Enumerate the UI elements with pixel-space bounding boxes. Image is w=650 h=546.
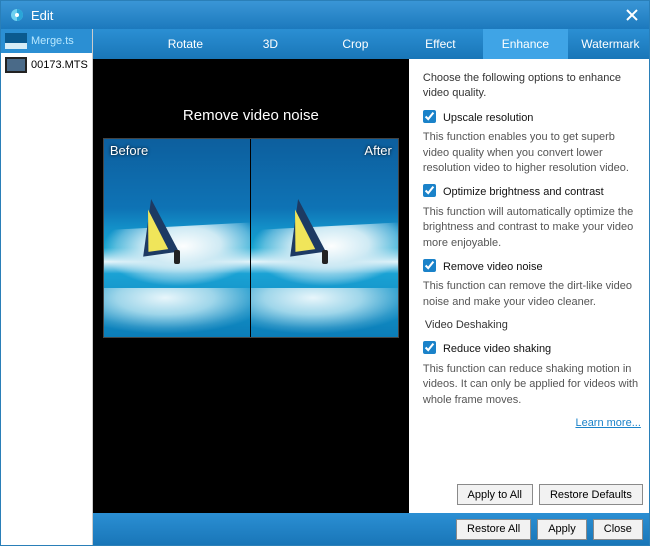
noise-checkbox[interactable] — [423, 259, 436, 272]
upscale-checkbox[interactable] — [423, 110, 436, 123]
titlebar: Edit — [1, 1, 649, 29]
sidebar-item-merge[interactable]: Merge.ts — [1, 29, 92, 53]
brightness-checkbox[interactable] — [423, 184, 436, 197]
options-wrap: Choose the following options to enhance … — [409, 59, 649, 513]
intro-text: Choose the following options to enhance … — [423, 71, 641, 102]
content: Remove video noise Before After — [93, 59, 649, 513]
preview-title: Remove video noise — [103, 107, 399, 124]
footer: Restore All Apply Close — [93, 513, 649, 545]
preview-image-after — [251, 139, 398, 337]
preview-area: Remove video noise Before After — [93, 59, 409, 513]
sidebar-item-00173[interactable]: 00173.MTS — [1, 53, 92, 77]
after-label: After — [364, 143, 391, 158]
noise-label[interactable]: Remove video noise — [443, 261, 543, 273]
apply-button[interactable]: Apply — [537, 519, 587, 540]
shaking-desc: This function can reduce shaking motion … — [423, 362, 641, 408]
restore-all-button[interactable]: Restore All — [456, 519, 531, 540]
file-thumb-icon — [5, 33, 27, 49]
upscale-desc: This function enables you to get superb … — [423, 130, 641, 176]
window-title: Edit — [31, 8, 623, 23]
pane-before: Before — [104, 139, 251, 337]
sidebar-item-label: 00173.MTS — [31, 59, 88, 71]
body: Merge.ts 00173.MTS Rotate 3D Crop Effect… — [1, 29, 649, 545]
noise-desc: This function can remove the dirt-like v… — [423, 279, 641, 310]
upscale-label[interactable]: Upscale resolution — [443, 112, 534, 124]
shaking-checkbox[interactable] — [423, 341, 436, 354]
edit-window: Edit Merge.ts 00173.MTS Rotate 3D — [0, 0, 650, 546]
tab-3d[interactable]: 3D — [228, 29, 313, 59]
preview-image-before — [104, 139, 251, 337]
sidebar-item-label: Merge.ts — [31, 35, 74, 47]
panel-buttons: Apply to All Restore Defaults — [409, 478, 649, 513]
compare-view: Before After — [103, 138, 399, 338]
option-upscale: Upscale resolution — [423, 110, 641, 126]
brightness-desc: This function will automatically optimiz… — [423, 205, 641, 251]
tab-watermark[interactable]: Watermark — [568, 29, 649, 59]
option-brightness: Optimize brightness and contrast — [423, 184, 641, 200]
file-thumb-icon — [5, 57, 27, 73]
option-shaking: Reduce video shaking — [423, 341, 641, 357]
pane-after: After — [251, 139, 398, 337]
main: Rotate 3D Crop Effect Enhance Watermark … — [93, 29, 649, 545]
learn-more-row: Learn more... — [423, 416, 641, 431]
file-sidebar: Merge.ts 00173.MTS — [1, 29, 93, 545]
tab-enhance[interactable]: Enhance — [483, 29, 568, 59]
apply-to-all-button[interactable]: Apply to All — [457, 484, 533, 505]
brightness-label[interactable]: Optimize brightness and contrast — [443, 186, 604, 198]
restore-defaults-button[interactable]: Restore Defaults — [539, 484, 643, 505]
close-button[interactable]: Close — [593, 519, 643, 540]
option-noise: Remove video noise — [423, 259, 641, 275]
tab-crop[interactable]: Crop — [313, 29, 398, 59]
app-icon — [9, 7, 25, 23]
shaking-label[interactable]: Reduce video shaking — [443, 343, 551, 355]
close-icon[interactable] — [623, 6, 641, 24]
learn-more-link[interactable]: Learn more... — [575, 417, 640, 429]
enhance-options: Choose the following options to enhance … — [409, 59, 649, 478]
tab-rotate[interactable]: Rotate — [143, 29, 228, 59]
before-label: Before — [110, 143, 148, 158]
tabbar: Rotate 3D Crop Effect Enhance Watermark — [93, 29, 649, 59]
deshake-heading: Video Deshaking — [425, 318, 641, 333]
tab-effect[interactable]: Effect — [398, 29, 483, 59]
